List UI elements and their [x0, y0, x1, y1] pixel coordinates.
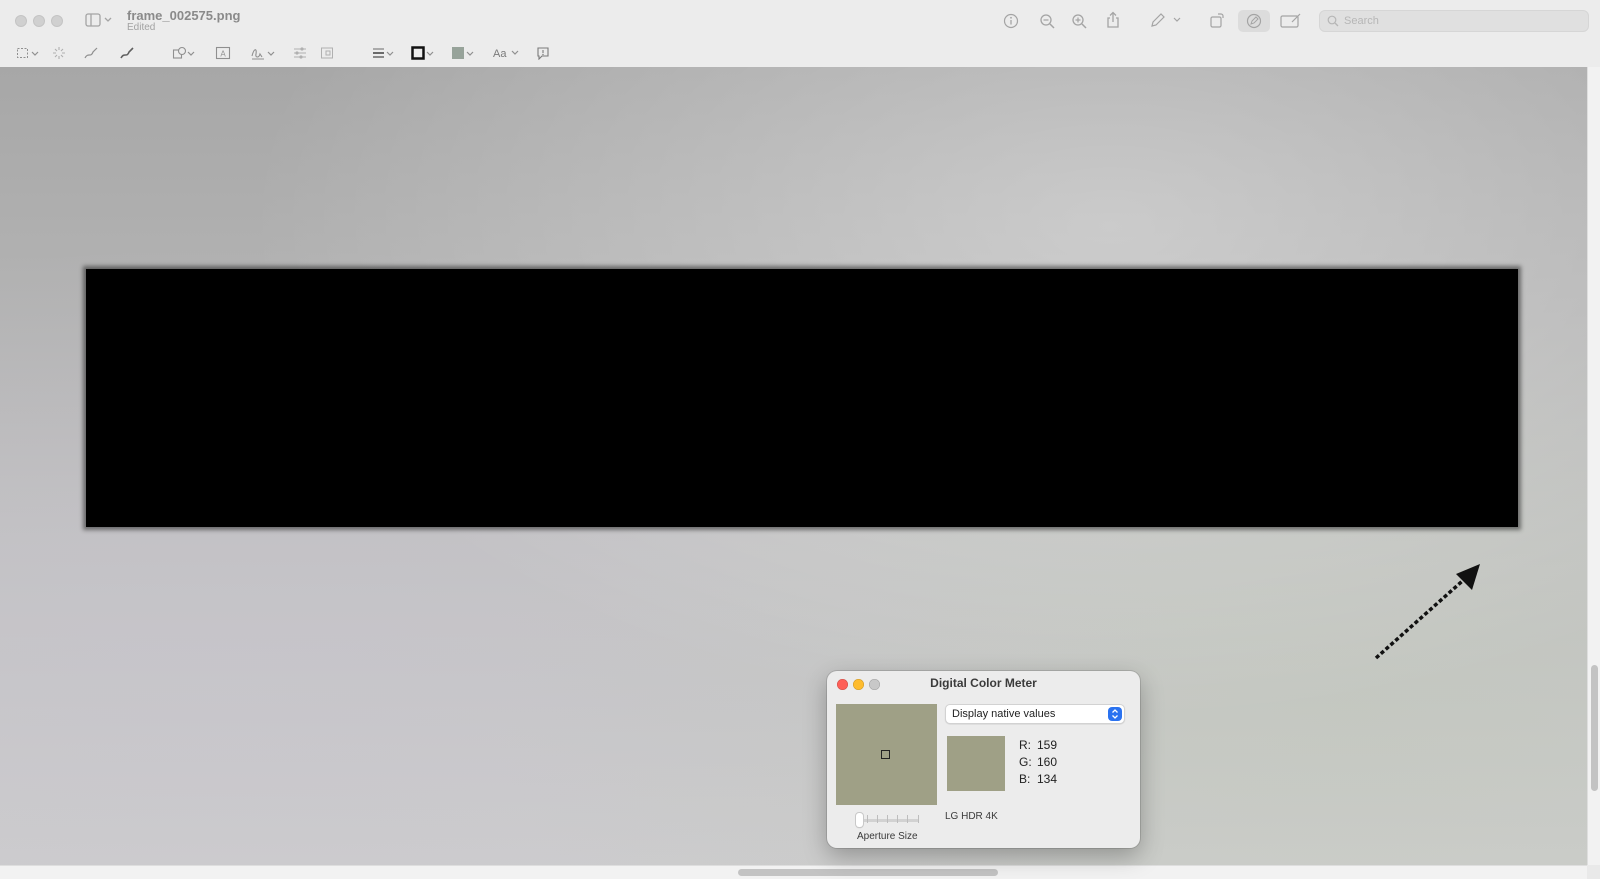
crop-icon[interactable] — [1280, 12, 1302, 32]
search-placeholder: Search — [1344, 15, 1379, 27]
fill-color-icon[interactable] — [451, 46, 477, 65]
red-label: R: — [1019, 738, 1031, 752]
display-mode-value: Display native values — [952, 708, 1056, 720]
rect-select-icon[interactable] — [16, 46, 42, 65]
red-readout: R: 159 — [1019, 738, 1057, 752]
redaction-box[interactable] — [86, 269, 1518, 527]
image-canvas[interactable] — [0, 67, 1587, 865]
vertical-scroll-thumb[interactable] — [1591, 665, 1598, 791]
green-value: 160 — [1037, 755, 1058, 769]
annotate-icon[interactable] — [536, 46, 550, 65]
sidebar-icon[interactable] — [83, 13, 115, 31]
text-box-icon[interactable]: A — [215, 46, 231, 65]
slider-tick — [877, 815, 878, 823]
border-color-icon[interactable] — [411, 46, 437, 65]
font-icon[interactable]: Aa — [493, 46, 520, 62]
vertical-scrollbar[interactable] — [1587, 67, 1600, 865]
horizontal-scrollbar[interactable] — [0, 865, 1587, 879]
red-value: 159 — [1037, 738, 1058, 752]
display-device-label: LG HDR 4K — [945, 811, 998, 822]
slider-tick — [907, 815, 908, 823]
horizontal-scroll-thumb[interactable] — [738, 869, 998, 876]
magnifier-preview — [836, 704, 937, 805]
arrow-annotation[interactable] — [1372, 562, 1484, 664]
aperture-slider-knob[interactable] — [856, 813, 863, 827]
blue-value: 134 — [1037, 772, 1058, 786]
display-mode-select[interactable]: Display native values — [945, 704, 1125, 724]
chevron-up-down-icon — [1108, 707, 1122, 721]
sketch-icon[interactable] — [83, 46, 99, 65]
document-title[interactable]: frame_002575.png — [127, 8, 240, 23]
blue-label: B: — [1019, 772, 1031, 786]
share-icon[interactable] — [1104, 11, 1122, 33]
slider-tick — [867, 815, 868, 823]
window-title: Digital Color Meter — [930, 676, 1037, 690]
slider-tick — [918, 815, 919, 823]
draw-icon[interactable] — [119, 46, 135, 65]
aperture-size-label: Aperture Size — [857, 831, 918, 842]
pen-icon[interactable] — [1148, 12, 1184, 32]
zoom-button[interactable] — [51, 15, 63, 27]
blue-readout: B: 134 — [1019, 772, 1057, 786]
instant-alpha-icon[interactable] — [52, 46, 66, 65]
minimize-button[interactable] — [33, 15, 45, 27]
slider-tick — [897, 815, 898, 823]
zoom-in-icon[interactable] — [1070, 13, 1088, 33]
green-readout: G: 160 — [1019, 755, 1057, 769]
svg-text:A: A — [220, 50, 226, 59]
zoom-out-icon[interactable] — [1038, 13, 1056, 33]
slider-tick — [887, 815, 888, 823]
rotate-icon[interactable] — [1208, 12, 1226, 32]
aperture-cursor-icon — [881, 750, 890, 759]
markup-button[interactable] — [1238, 10, 1270, 32]
info-icon[interactable] — [1002, 13, 1020, 33]
close-button[interactable] — [15, 15, 27, 27]
shapes-icon[interactable] — [172, 46, 198, 65]
markup-toolbar: A Aa — [0, 42, 1600, 68]
signature-icon[interactable] — [250, 46, 278, 65]
document-status: Edited — [127, 22, 156, 33]
adjust-color-icon[interactable] — [293, 46, 307, 65]
shape-style-icon[interactable] — [372, 46, 396, 65]
title-bar: frame_002575.png Edited Search — [0, 0, 1600, 42]
markup-icon — [1246, 13, 1262, 29]
green-label: G: — [1019, 755, 1032, 769]
search-icon — [1327, 15, 1339, 30]
color-swatch — [947, 736, 1005, 791]
search-field[interactable]: Search — [1319, 10, 1589, 32]
adjust-size-icon[interactable] — [320, 46, 334, 65]
digital-color-meter-window: Digital Color Meter Display native value… — [827, 671, 1140, 848]
font-label: Aa — [493, 48, 507, 60]
